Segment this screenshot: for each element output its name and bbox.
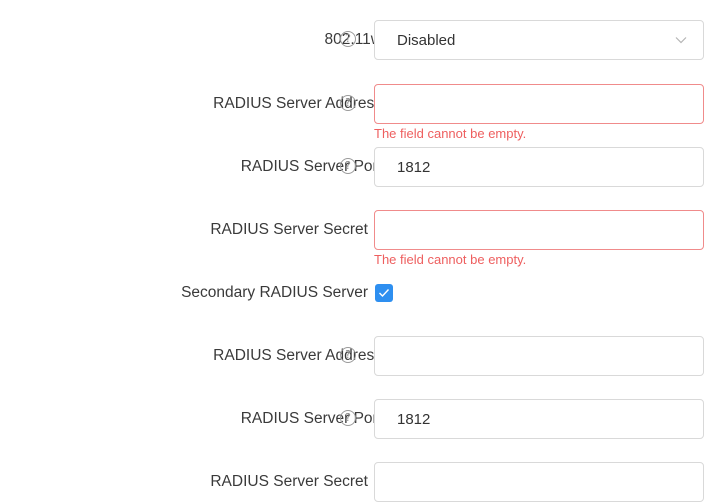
pmf-select-value: Disabled	[397, 31, 456, 49]
question-circle-icon[interactable]: ?	[340, 158, 356, 174]
radius-secret-error: The field cannot be empty.	[374, 252, 527, 267]
check-icon	[379, 289, 390, 298]
chevron-down-icon	[675, 37, 687, 44]
question-circle-icon[interactable]: ?	[340, 347, 356, 363]
secondary-address-label: RADIUS Server Address	[213, 347, 382, 364]
radius-address-input[interactable]	[397, 95, 681, 113]
radius-address-row: RADIUS Server Address ? The field cannot…	[0, 84, 712, 141]
question-circle-icon[interactable]: ?	[340, 95, 356, 111]
secondary-address-row: RADIUS Server Address ?	[0, 336, 712, 376]
radius-secret-input[interactable]	[397, 221, 681, 239]
radius-secret-label: RADIUS Server Secret	[210, 221, 368, 238]
secondary-radius-label: Secondary RADIUS Server	[181, 284, 368, 301]
secondary-port-row: RADIUS Server Port ?	[0, 399, 712, 439]
secondary-radius-checkbox[interactable]	[375, 284, 393, 302]
radius-port-row: RADIUS Server Port ?	[0, 147, 712, 187]
radius-secret-row: RADIUS Server Secret The field cannot be…	[0, 210, 712, 267]
radius-port-label: RADIUS Server Port	[240, 158, 382, 175]
secondary-port-input[interactable]	[397, 410, 681, 428]
radius-address-field[interactable]	[374, 84, 704, 124]
secondary-secret-input[interactable]	[397, 473, 681, 491]
secondary-port-field[interactable]	[374, 399, 704, 439]
secondary-secret-row: RADIUS Server Secret	[0, 462, 712, 502]
secondary-radius-row: Secondary RADIUS Server	[0, 273, 712, 313]
radius-address-label: RADIUS Server Address	[213, 95, 382, 112]
radius-secret-field[interactable]	[374, 210, 704, 250]
secondary-port-label: RADIUS Server Port	[240, 410, 382, 427]
secondary-address-field[interactable]	[374, 336, 704, 376]
secondary-secret-field[interactable]	[374, 462, 704, 502]
question-circle-icon[interactable]: ?	[340, 31, 356, 47]
secondary-address-input[interactable]	[397, 347, 681, 365]
pmf-select[interactable]: Disabled	[374, 20, 704, 60]
radius-port-input[interactable]	[397, 158, 681, 176]
radius-address-error: The field cannot be empty.	[374, 126, 527, 141]
secondary-secret-label: RADIUS Server Secret	[210, 473, 368, 490]
pmf-row: 802.11w ? Disabled	[0, 20, 712, 60]
question-circle-icon[interactable]: ?	[340, 410, 356, 426]
radius-port-field[interactable]	[374, 147, 704, 187]
